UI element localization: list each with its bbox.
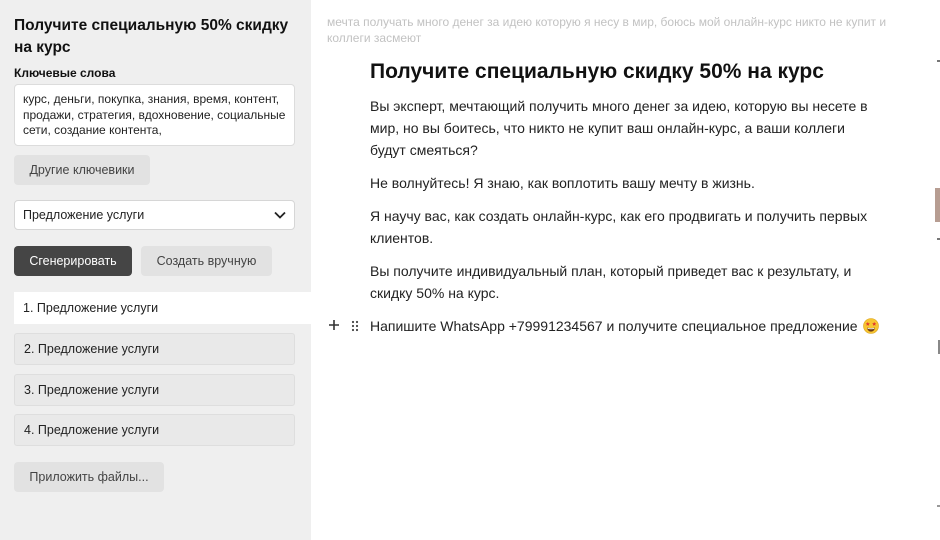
create-manually-button[interactable]: Создать вручную xyxy=(141,246,272,276)
keywords-textarea[interactable]: курс, деньги, покупка, знания, время, ко… xyxy=(14,84,295,146)
variant-label: 2. Предложение услуги xyxy=(24,342,160,356)
scroll-edge-thumb xyxy=(935,188,940,222)
paragraph[interactable]: Вы получите индивидуальный план, который… xyxy=(370,260,870,304)
add-block-icon[interactable] xyxy=(328,317,342,333)
generate-button[interactable]: Сгенерировать xyxy=(14,246,132,276)
sidebar-title: Получите специальную 50% скидку на курс xyxy=(14,17,289,56)
paragraph-text: Напишите WhatsApp +79991234567 и получит… xyxy=(370,318,858,334)
sidebar: Получите специальную 50% скидку на курс … xyxy=(0,0,311,540)
editor-area: мечта получать много денег за идею котор… xyxy=(311,0,940,540)
paragraph[interactable]: Я научу вас, как создать онлайн-курс, ка… xyxy=(370,205,870,249)
chevron-down-icon xyxy=(274,209,286,221)
attach-files-button[interactable]: Приложить файлы... xyxy=(14,462,164,492)
other-keywords-button[interactable]: Другие ключевики xyxy=(14,155,150,185)
variant-item[interactable]: 4. Предложение услуги xyxy=(14,414,295,446)
paragraph[interactable]: Не волнуйтесь! Я знаю, как воплотить ваш… xyxy=(370,172,870,194)
drag-handle-icon[interactable] xyxy=(351,319,361,332)
keywords-label: Ключевые слова xyxy=(14,66,116,80)
variant-label: 1. Предложение услуги xyxy=(23,301,159,315)
paragraph[interactable]: Вы эксперт, мечтающий получить много ден… xyxy=(370,95,870,161)
variant-item[interactable]: 1. Предложение услуги xyxy=(14,292,311,324)
content-type-select-value: Предложение услуги xyxy=(23,208,145,222)
variant-label: 4. Предложение услуги xyxy=(24,423,160,437)
paragraph-active[interactable]: Напишите WhatsApp +79991234567 и получит… xyxy=(370,315,880,337)
variant-label: 3. Предложение услуги xyxy=(24,383,160,397)
content-type-select[interactable]: Предложение услуги xyxy=(14,200,295,230)
star-struck-emoji-icon xyxy=(863,318,880,334)
post-heading[interactable]: Получите специальную скидку 50% на курс xyxy=(370,60,824,84)
variant-item[interactable]: 2. Предложение услуги xyxy=(14,333,295,365)
variant-item[interactable]: 3. Предложение услуги xyxy=(14,374,295,406)
prompt-text[interactable]: мечта получать много денег за идею котор… xyxy=(327,14,927,46)
